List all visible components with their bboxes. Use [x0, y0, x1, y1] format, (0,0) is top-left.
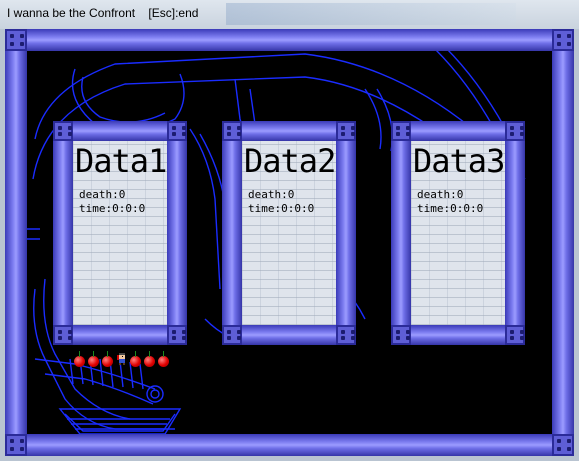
window-title-bar: I wanna be the Confront [Esc]:end [0, 0, 579, 30]
slot-play-time: time:0:0:0 [79, 202, 146, 215]
slot-corner [222, 325, 242, 345]
slot-title: Data2 [244, 142, 336, 180]
title-bar-glass [226, 3, 516, 25]
cherry-icon [74, 351, 85, 367]
frame-corner-bottom-left [5, 434, 27, 456]
slot-corner [336, 325, 356, 345]
frame-corner-bottom-right [552, 434, 574, 456]
cherry-icon [102, 351, 113, 367]
slot-frame-left [391, 121, 411, 345]
slot-death-count: death:0 [248, 188, 295, 201]
slot-frame-right [167, 121, 187, 345]
kid-player-icon [117, 353, 125, 365]
slot-title: Data1 [75, 142, 167, 180]
slot-corner [505, 121, 525, 141]
window-title: I wanna be the Confront [Esc]:end [7, 6, 199, 20]
save-slot-1[interactable]: Data1 death:0 time:0:0:0 [53, 121, 187, 345]
cherry-icon [144, 351, 155, 367]
slot-frame-left [222, 121, 242, 345]
slot-corner [505, 325, 525, 345]
slot-corner [391, 121, 411, 141]
save-slot-3[interactable]: Data3 death:0 time:0:0:0 [391, 121, 525, 345]
slot-death-count: death:0 [417, 188, 464, 201]
frame-bottom-bar [5, 434, 574, 456]
slot-corner [167, 121, 187, 141]
cherry-icon [88, 351, 99, 367]
slot-play-time: time:0:0:0 [248, 202, 315, 215]
frame-corner-top-right [552, 29, 574, 51]
slot-panel: Data3 death:0 time:0:0:0 [411, 141, 505, 325]
save-slot-2[interactable]: Data2 death:0 time:0:0:0 [222, 121, 356, 345]
slot-corner [336, 121, 356, 141]
slot-title: Data3 [413, 142, 505, 180]
game-screen[interactable]: Data1 death:0 time:0:0:0 Data2 death:0 t… [5, 29, 574, 456]
slot-panel: Data2 death:0 time:0:0:0 [242, 141, 336, 325]
frame-left-bar [5, 29, 27, 456]
frame-corner-top-left [5, 29, 27, 51]
cherry-icon [130, 351, 141, 367]
slot-corner [167, 325, 187, 345]
slot-frame-left [53, 121, 73, 345]
slot-panel: Data1 death:0 time:0:0:0 [73, 141, 167, 325]
frame-top-bar [5, 29, 574, 51]
frame-right-bar [552, 29, 574, 456]
slot-corner [53, 121, 73, 141]
slot-frame-right [336, 121, 356, 345]
slot-frame-right [505, 121, 525, 345]
slot-corner [391, 325, 411, 345]
slot-death-count: death:0 [79, 188, 126, 201]
slot-play-time: time:0:0:0 [417, 202, 484, 215]
slot-corner [222, 121, 242, 141]
cherry-icon [158, 351, 169, 367]
slot-corner [53, 325, 73, 345]
